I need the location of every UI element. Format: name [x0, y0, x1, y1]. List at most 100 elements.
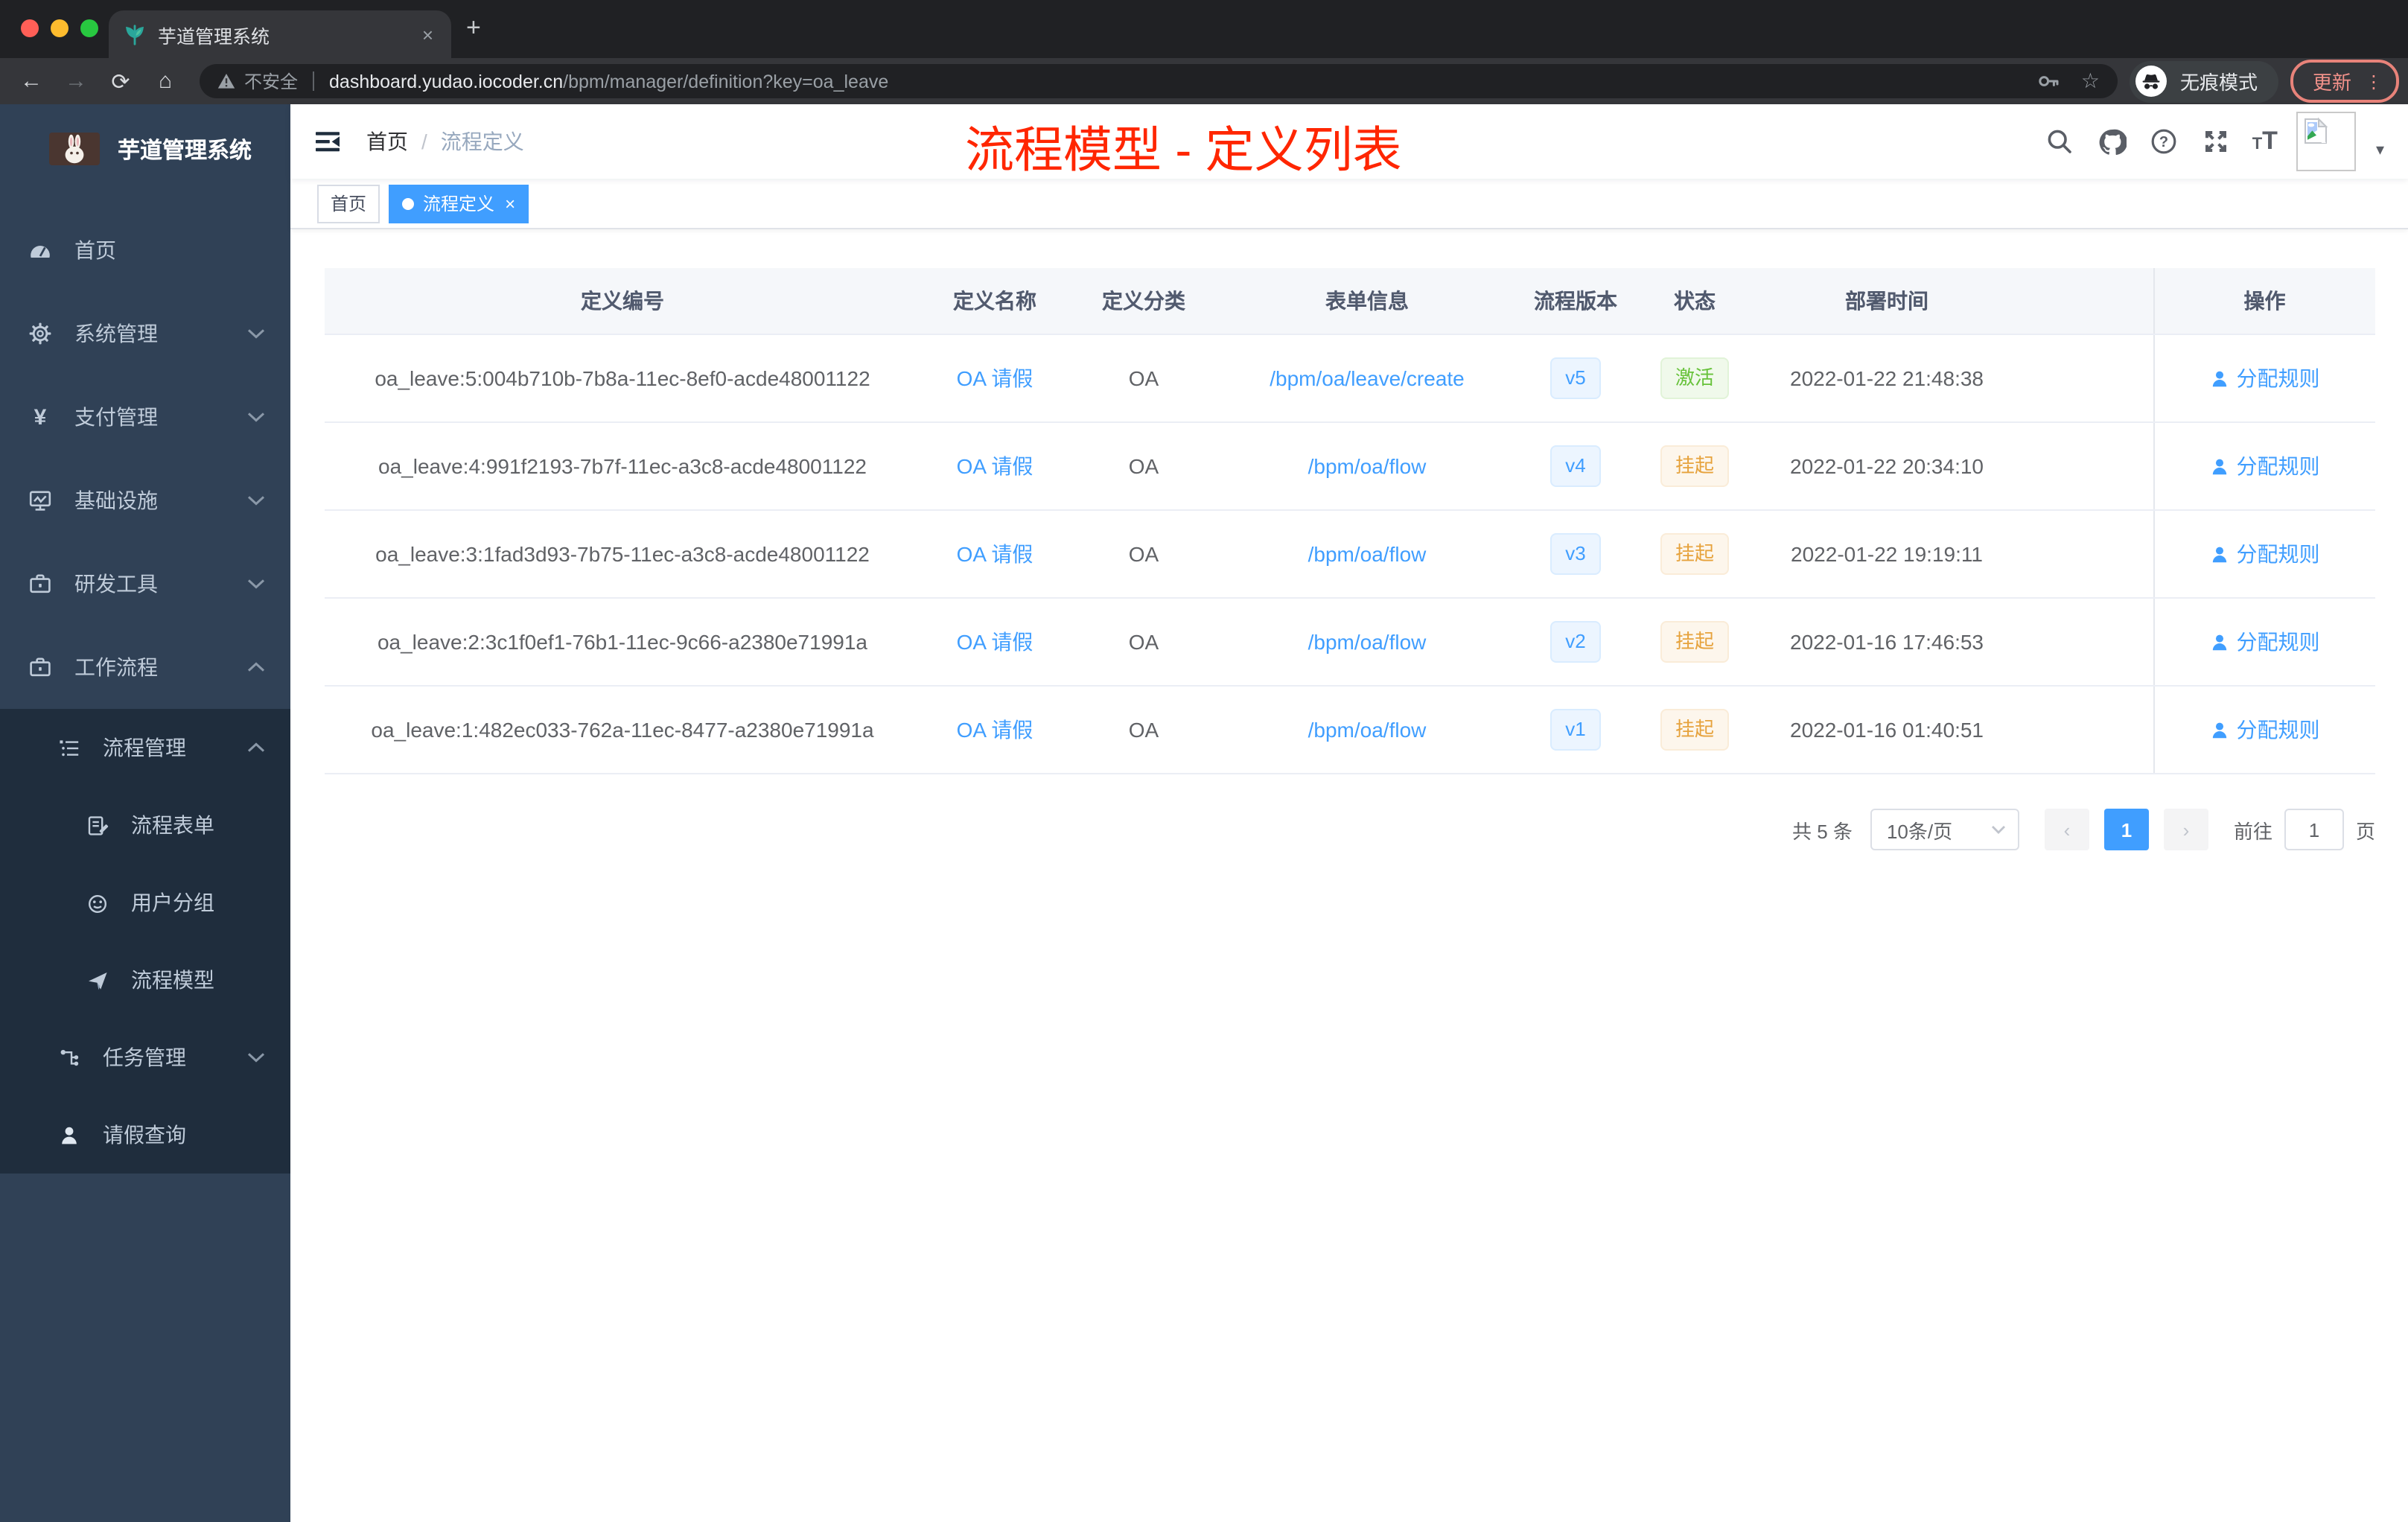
form-link[interactable]: /bpm/oa/flow	[1308, 542, 1427, 566]
assign-rule-button[interactable]: 分配规则	[2210, 627, 2320, 657]
close-window-button[interactable]	[21, 19, 39, 37]
goto-page-input[interactable]	[2284, 809, 2344, 850]
tag-close-icon[interactable]: ×	[505, 194, 515, 212]
breadcrumb: 首页 / 流程定义	[366, 127, 524, 156]
url-divider	[313, 71, 315, 91]
site-favicon-plant-icon	[124, 23, 146, 45]
sidebar-item-infrastructure[interactable]: 基础设施	[0, 459, 290, 542]
sidebar-item-user-group[interactable]: 用户分组	[0, 864, 290, 941]
sidebar-item-process-management[interactable]: 流程管理	[0, 709, 290, 786]
browser-tab[interactable]: 芋道管理系统 ×	[109, 10, 451, 58]
chevron-down-icon	[1991, 825, 2006, 834]
help-icon[interactable]: ?	[2148, 122, 2181, 161]
tab-close-icon[interactable]: ×	[419, 23, 436, 45]
definition-name-link[interactable]: OA 请假	[957, 630, 1033, 654]
main-content: 定义编号 定义名称 定义分类 表单信息 流程版本 状态 部署时间 操作 oa_l…	[290, 229, 2408, 1522]
active-tag-dot	[402, 197, 415, 209]
definition-name-link[interactable]: OA 请假	[957, 718, 1033, 742]
form-link[interactable]: /bpm/oa/flow	[1308, 454, 1427, 478]
sidebar-item-workflow[interactable]: 工作流程	[0, 625, 290, 709]
bookmark-star-icon[interactable]: ☆	[2081, 69, 2100, 94]
col-definition-id: 定义编号	[325, 268, 920, 335]
kebab-menu-icon: ⋮	[2365, 71, 2383, 92]
forward-icon[interactable]: →	[54, 69, 98, 94]
security-label[interactable]: 不安全	[244, 69, 298, 94]
avatar-caret-icon[interactable]: ▾	[2376, 140, 2384, 159]
sidebar-item-leave-query[interactable]: 请假查询	[0, 1096, 290, 1174]
sidebar-item-process-model[interactable]: 流程模型	[0, 941, 290, 1019]
sidebar-item-home[interactable]: 首页	[0, 208, 290, 292]
home-icon[interactable]: ⌂	[143, 69, 188, 94]
form-link[interactable]: /bpm/oa/flow	[1308, 718, 1427, 742]
fullscreen-icon[interactable]	[2200, 122, 2233, 161]
definition-name-link[interactable]: OA 请假	[957, 366, 1033, 390]
new-tab-button[interactable]: +	[466, 15, 481, 40]
sidebar-item-system[interactable]: 系统管理	[0, 292, 290, 375]
next-page-button[interactable]: ›	[2163, 809, 2208, 850]
prev-page-button[interactable]: ‹	[2044, 809, 2089, 850]
incognito-badge: 无痕模式	[2129, 60, 2278, 102]
status-tag: 挂起	[1660, 533, 1729, 575]
window-controls	[21, 19, 98, 37]
assign-rule-button[interactable]: 分配规则	[2210, 363, 2320, 393]
zoom-window-button[interactable]	[80, 19, 98, 37]
person-icon	[57, 1124, 80, 1146]
breadcrumb-home[interactable]: 首页	[366, 127, 408, 156]
cell-category: OA	[1069, 686, 1218, 774]
user-icon	[2212, 546, 2226, 562]
definition-name-link[interactable]: OA 请假	[957, 454, 1033, 478]
page-1-button[interactable]: 1	[2103, 809, 2149, 850]
browser-update-menu-button[interactable]: 更新 ⋮	[2290, 60, 2399, 103]
assign-rule-button[interactable]: 分配规则	[2210, 715, 2320, 745]
sidebar-item-process-form[interactable]: 流程表单	[0, 786, 290, 864]
app-logo[interactable]: 芋道管理系统	[0, 104, 290, 176]
search-icon[interactable]	[2044, 122, 2077, 161]
password-key-icon[interactable]	[2038, 70, 2060, 92]
minimize-window-button[interactable]	[51, 19, 69, 37]
paper-plane-icon	[85, 969, 109, 991]
table-row: oa_leave:4:991f2193-7b7f-11ec-a3c8-acde4…	[325, 422, 2375, 511]
cell-deploy-time: 2022-01-16 17:46:53	[1754, 598, 2019, 687]
definition-name-link[interactable]: OA 请假	[957, 542, 1033, 566]
page-size-select[interactable]: 10条/页	[1870, 809, 2019, 850]
update-label: 更新	[2312, 71, 2351, 94]
version-tag: v3	[1550, 533, 1601, 575]
tag-home[interactable]: 首页	[317, 184, 380, 223]
assign-rule-button[interactable]: 分配规则	[2210, 451, 2320, 481]
sidebar-item-dev-tools[interactable]: 研发工具	[0, 542, 290, 625]
back-icon[interactable]: ←	[9, 69, 54, 94]
tag-process-definition[interactable]: 流程定义 ×	[389, 184, 529, 223]
briefcase-icon	[28, 655, 52, 679]
sidebar-item-task-management[interactable]: 任务管理	[0, 1019, 290, 1096]
sidebar-item-payment[interactable]: ¥ 支付管理	[0, 375, 290, 459]
col-filler	[2019, 268, 2153, 335]
tags-view-bar: 首页 流程定义 ×	[290, 179, 2408, 229]
user-icon	[2212, 722, 2226, 738]
chevron-down-icon	[247, 579, 265, 589]
sidebar-toggle-hamburger-icon[interactable]	[290, 127, 343, 156]
version-tag: v2	[1550, 621, 1601, 663]
url-host: dashboard.yudao.iocoder.cn	[329, 71, 564, 92]
col-actions: 操作	[2153, 268, 2375, 335]
table-header-row: 定义编号 定义名称 定义分类 表单信息 流程版本 状态 部署时间 操作	[325, 268, 2375, 335]
breadcrumb-current: 流程定义	[440, 130, 524, 153]
chevron-down-icon	[247, 412, 265, 422]
form-link[interactable]: /bpm/oa/flow	[1308, 630, 1427, 654]
status-tag: 挂起	[1660, 709, 1729, 751]
svg-text:?: ?	[2160, 134, 2169, 150]
reload-icon[interactable]: ⟳	[98, 68, 143, 95]
cell-category: OA	[1069, 334, 1218, 423]
font-size-icon[interactable]: TT	[2252, 127, 2278, 156]
col-definition-category: 定义分类	[1069, 268, 1218, 335]
user-icon	[2212, 370, 2226, 386]
broken-image-icon	[2305, 117, 2329, 144]
avatar[interactable]	[2296, 112, 2357, 171]
address-bar[interactable]: 不安全 dashboard.yudao.iocoder.cn /bpm/mana…	[200, 64, 2118, 98]
monitor-icon	[28, 488, 52, 512]
user-icon	[2212, 458, 2226, 474]
cell-category: OA	[1069, 510, 1218, 599]
github-icon[interactable]	[2096, 122, 2129, 161]
assign-rule-button[interactable]: 分配规则	[2210, 539, 2320, 569]
pagination: 共 5 条 10条/页 ‹ 1 › 前往 页	[290, 809, 2375, 850]
form-link[interactable]: /bpm/oa/leave/create	[1270, 366, 1465, 390]
